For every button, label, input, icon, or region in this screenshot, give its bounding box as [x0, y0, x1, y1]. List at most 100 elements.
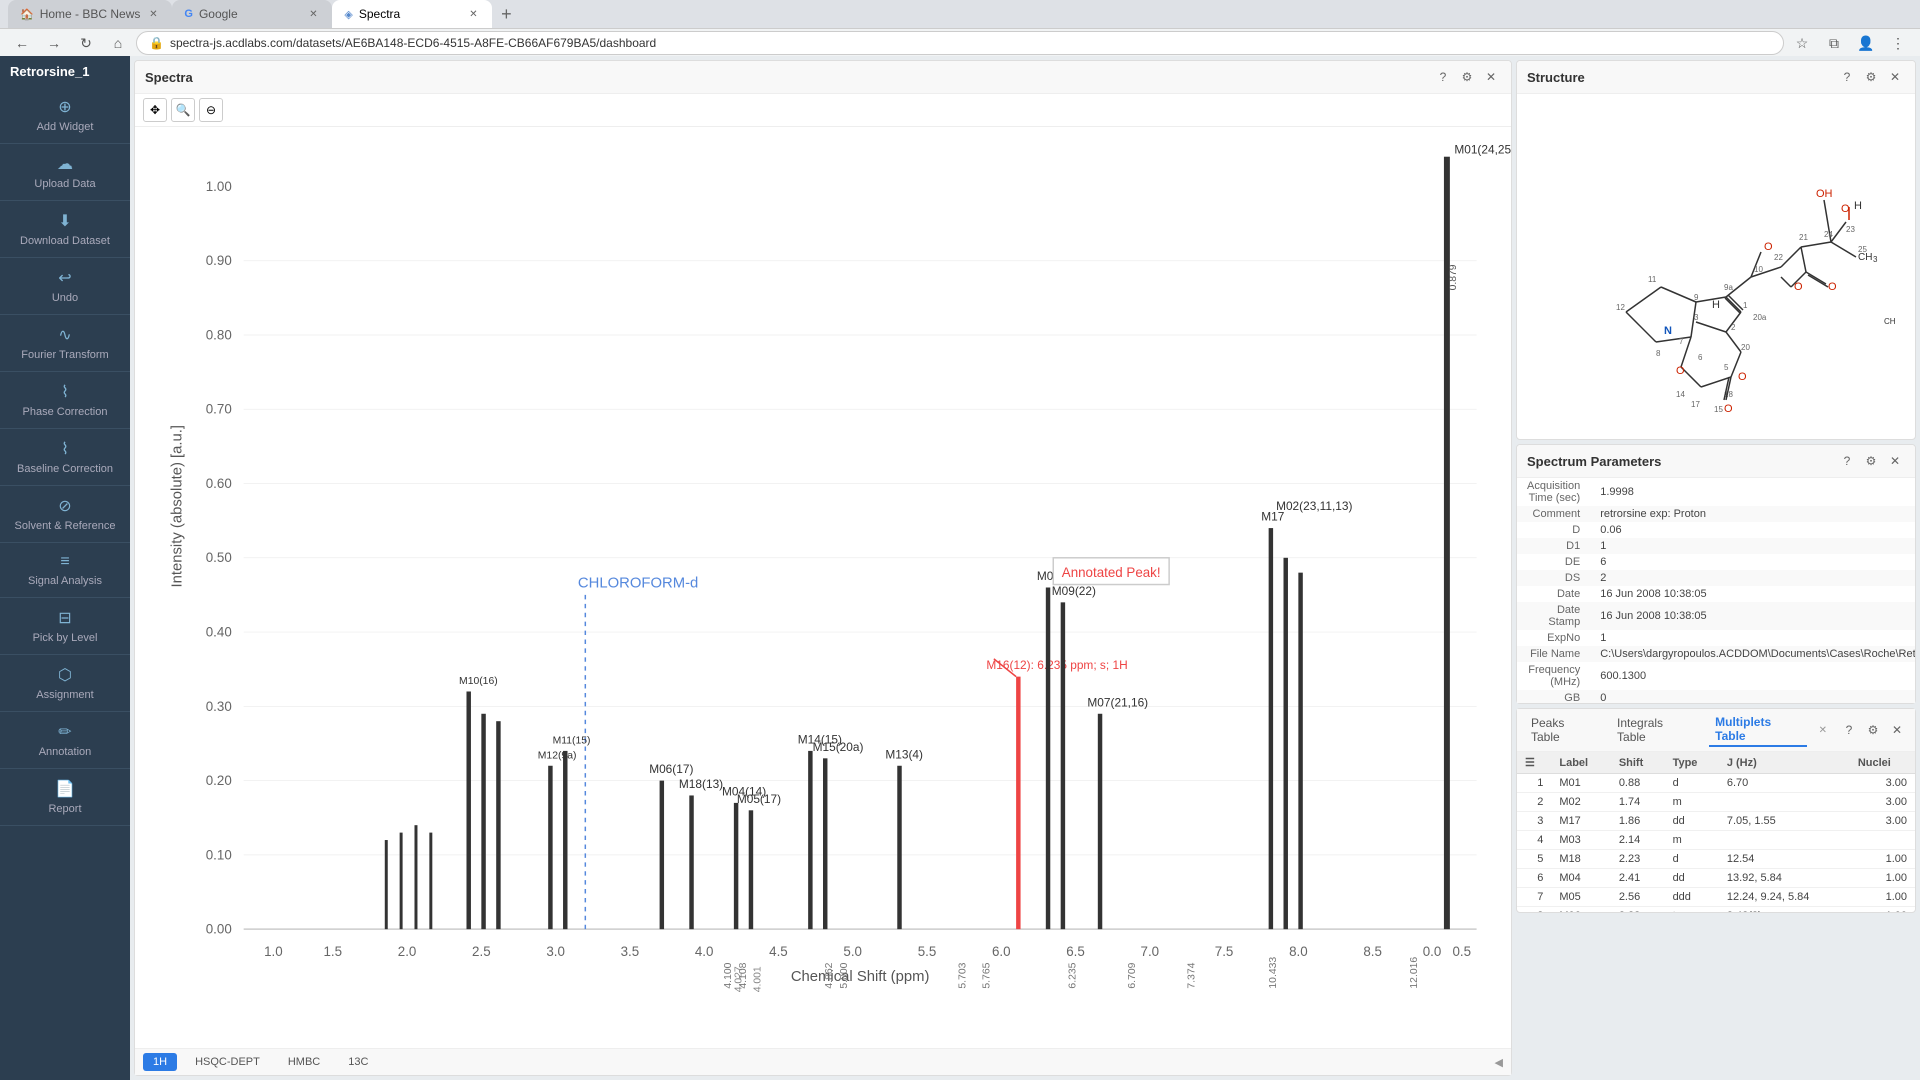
- row-type: d: [1665, 850, 1719, 869]
- panels: Spectra ? ⚙ ✕ ✥ 🔍 ⊖ Intensity (absolute: [130, 56, 1920, 1080]
- sidebar-item-report[interactable]: 📄 Report: [0, 769, 130, 826]
- sidebar-item-upload-data[interactable]: ☁ Upload Data: [0, 144, 130, 201]
- molecular-structure: N O: [1536, 112, 1896, 422]
- sidebar-item-signal-analysis[interactable]: ≡ Signal Analysis: [0, 543, 130, 598]
- spectra-settings-button[interactable]: ⚙: [1457, 67, 1477, 87]
- peaks-help-btn[interactable]: ?: [1839, 720, 1859, 740]
- spectra-help-button[interactable]: ?: [1433, 67, 1453, 87]
- tab-spectra[interactable]: ◈ Spectra ✕: [332, 0, 492, 28]
- forward-button[interactable]: →: [40, 29, 68, 57]
- tab-spectra-close[interactable]: ✕: [466, 7, 480, 21]
- row-shift: 2.23: [1611, 850, 1665, 869]
- spectra-close-button[interactable]: ✕: [1481, 67, 1501, 87]
- params-help-btn[interactable]: ?: [1837, 451, 1857, 471]
- bookmark-button[interactable]: ☆: [1788, 29, 1816, 57]
- back-button[interactable]: ←: [8, 29, 36, 57]
- sidebar-item-baseline-correction[interactable]: ⌇ Baseline Correction: [0, 429, 130, 486]
- sidebar-item-download-dataset[interactable]: ⬇ Download Dataset: [0, 201, 130, 258]
- param-name: GB: [1517, 690, 1590, 703]
- table-row[interactable]: 8M063.28t8.42(2)1.00: [1517, 907, 1915, 913]
- tab-1h[interactable]: 1H: [143, 1053, 177, 1071]
- zoom-out-button[interactable]: ⊖: [199, 98, 223, 122]
- svg-text:H: H: [1712, 299, 1720, 311]
- tab-peaks-table[interactable]: Peaks Table: [1525, 714, 1599, 746]
- move-tool-button[interactable]: ✥: [143, 98, 167, 122]
- svg-text:21: 21: [1799, 233, 1808, 242]
- account-button[interactable]: 👤: [1852, 29, 1880, 57]
- row-shift: 2.56: [1611, 888, 1665, 907]
- tab-bbc[interactable]: 🏠 Home - BBC News ✕: [8, 0, 172, 28]
- row-j: 7.05, 1.55: [1719, 812, 1850, 831]
- row-num: 8: [1517, 907, 1551, 913]
- tab-hsqc-dept[interactable]: HSQC-DEPT: [185, 1053, 270, 1071]
- table-row[interactable]: 4M032.14m: [1517, 831, 1915, 850]
- structure-settings-btn[interactable]: ⚙: [1861, 67, 1881, 87]
- sidebar-item-undo[interactable]: ↩ Undo: [0, 258, 130, 315]
- sidebar-item-fourier-transform[interactable]: ∿ Fourier Transform: [0, 315, 130, 372]
- tab-google-close[interactable]: ✕: [306, 7, 320, 21]
- peaks-settings-btn[interactable]: ⚙: [1863, 720, 1883, 740]
- sidebar-label-phase: Phase Correction: [23, 406, 108, 418]
- svg-text:6.5: 6.5: [1066, 944, 1085, 959]
- row-label: M03: [1551, 831, 1610, 850]
- table-row[interactable]: 3M171.86dd7.05, 1.553.00: [1517, 812, 1915, 831]
- table-row[interactable]: 2M021.74m3.00: [1517, 793, 1915, 812]
- signal-icon: ≡: [60, 553, 69, 571]
- table-row[interactable]: 5M182.23d12.541.00: [1517, 850, 1915, 869]
- svg-text:20: 20: [1741, 343, 1750, 352]
- table-row[interactable]: 6M042.41dd13.92, 5.841.00: [1517, 869, 1915, 888]
- new-tab-button[interactable]: +: [492, 0, 520, 28]
- sidebar-collapse-btn[interactable]: ◀: [1495, 1053, 1503, 1071]
- sidebar-item-add-widget[interactable]: ⊕ Add Widget: [0, 87, 130, 144]
- params-row: GB0: [1517, 690, 1915, 703]
- svg-text:5.000: 5.000: [839, 962, 850, 988]
- sidebar-item-pick-by-level[interactable]: ⊟ Pick by Level: [0, 598, 130, 655]
- sidebar-item-solvent-reference[interactable]: ⊘ Solvent & Reference: [0, 486, 130, 543]
- home-button[interactable]: ⌂: [104, 29, 132, 57]
- params-settings-btn[interactable]: ⚙: [1861, 451, 1881, 471]
- svg-text:7.374: 7.374: [1186, 962, 1197, 988]
- structure-help-btn[interactable]: ?: [1837, 67, 1857, 87]
- chart-area[interactable]: Intensity (absolute) [a.u.]: [135, 127, 1511, 1048]
- multiplets-tab-close[interactable]: ✕: [1819, 725, 1827, 736]
- tab-13c[interactable]: 13C: [338, 1053, 378, 1071]
- row-nuclei: 3.00: [1850, 812, 1915, 831]
- solvent-icon: ⊘: [58, 496, 71, 516]
- sidebar-item-phase-correction[interactable]: ⌇ Phase Correction: [0, 372, 130, 429]
- row-nuclei: 1.00: [1850, 888, 1915, 907]
- svg-text:24: 24: [1824, 230, 1833, 239]
- peaks-close-btn[interactable]: ✕: [1887, 720, 1907, 740]
- sidebar-item-assignment[interactable]: ⬡ Assignment: [0, 655, 130, 712]
- address-bar[interactable]: 🔒 spectra-js.acdlabs.com/datasets/AE6BA1…: [136, 31, 1784, 55]
- row-num: 4: [1517, 831, 1551, 850]
- zoom-in-button[interactable]: 🔍: [171, 98, 195, 122]
- tab-hmbc[interactable]: HMBC: [278, 1053, 330, 1071]
- table-row[interactable]: 7M052.56ddd12.24, 9.24, 5.841.00: [1517, 888, 1915, 907]
- svg-text:M12(9a): M12(9a): [538, 750, 577, 761]
- col-menu[interactable]: ☰: [1517, 752, 1551, 774]
- params-close-btn[interactable]: ✕: [1885, 451, 1905, 471]
- reload-button[interactable]: ↻: [72, 29, 100, 57]
- sidebar-item-annotation[interactable]: ✏ Annotation: [0, 712, 130, 769]
- tab-bbc-close[interactable]: ✕: [146, 7, 160, 21]
- svg-text:25: 25: [1858, 245, 1867, 254]
- tab-google[interactable]: G Google ✕: [172, 0, 332, 28]
- svg-text:7: 7: [1679, 337, 1684, 346]
- tab-multiplets-table[interactable]: Multiplets Table: [1709, 713, 1806, 747]
- svg-text:1.0: 1.0: [264, 944, 283, 959]
- row-label: M01: [1551, 774, 1610, 793]
- spectra-panel-actions: ? ⚙ ✕: [1433, 67, 1501, 87]
- structure-close-btn[interactable]: ✕: [1885, 67, 1905, 87]
- row-nuclei: 3.00: [1850, 793, 1915, 812]
- sidebar-label-download-dataset: Download Dataset: [20, 235, 110, 247]
- svg-text:0.30: 0.30: [206, 699, 232, 714]
- menu-button[interactable]: ⋮: [1884, 29, 1912, 57]
- svg-text:M02(23,11,13): M02(23,11,13): [1276, 499, 1352, 513]
- table-row[interactable]: 1M010.88d6.703.00: [1517, 774, 1915, 793]
- peaks-table-scroll[interactable]: ☰ Label Shift Type J (Hz) Nuclei 1M010.8…: [1517, 752, 1915, 912]
- svg-text:0.00: 0.00: [206, 922, 232, 937]
- tab-integrals-table[interactable]: Integrals Table: [1611, 714, 1697, 746]
- peaks-panel: Peaks Table Integrals Table Multiplets T…: [1516, 708, 1916, 913]
- extensions-button[interactable]: ⧉: [1820, 29, 1848, 57]
- param-name: Date Stamp: [1517, 602, 1590, 630]
